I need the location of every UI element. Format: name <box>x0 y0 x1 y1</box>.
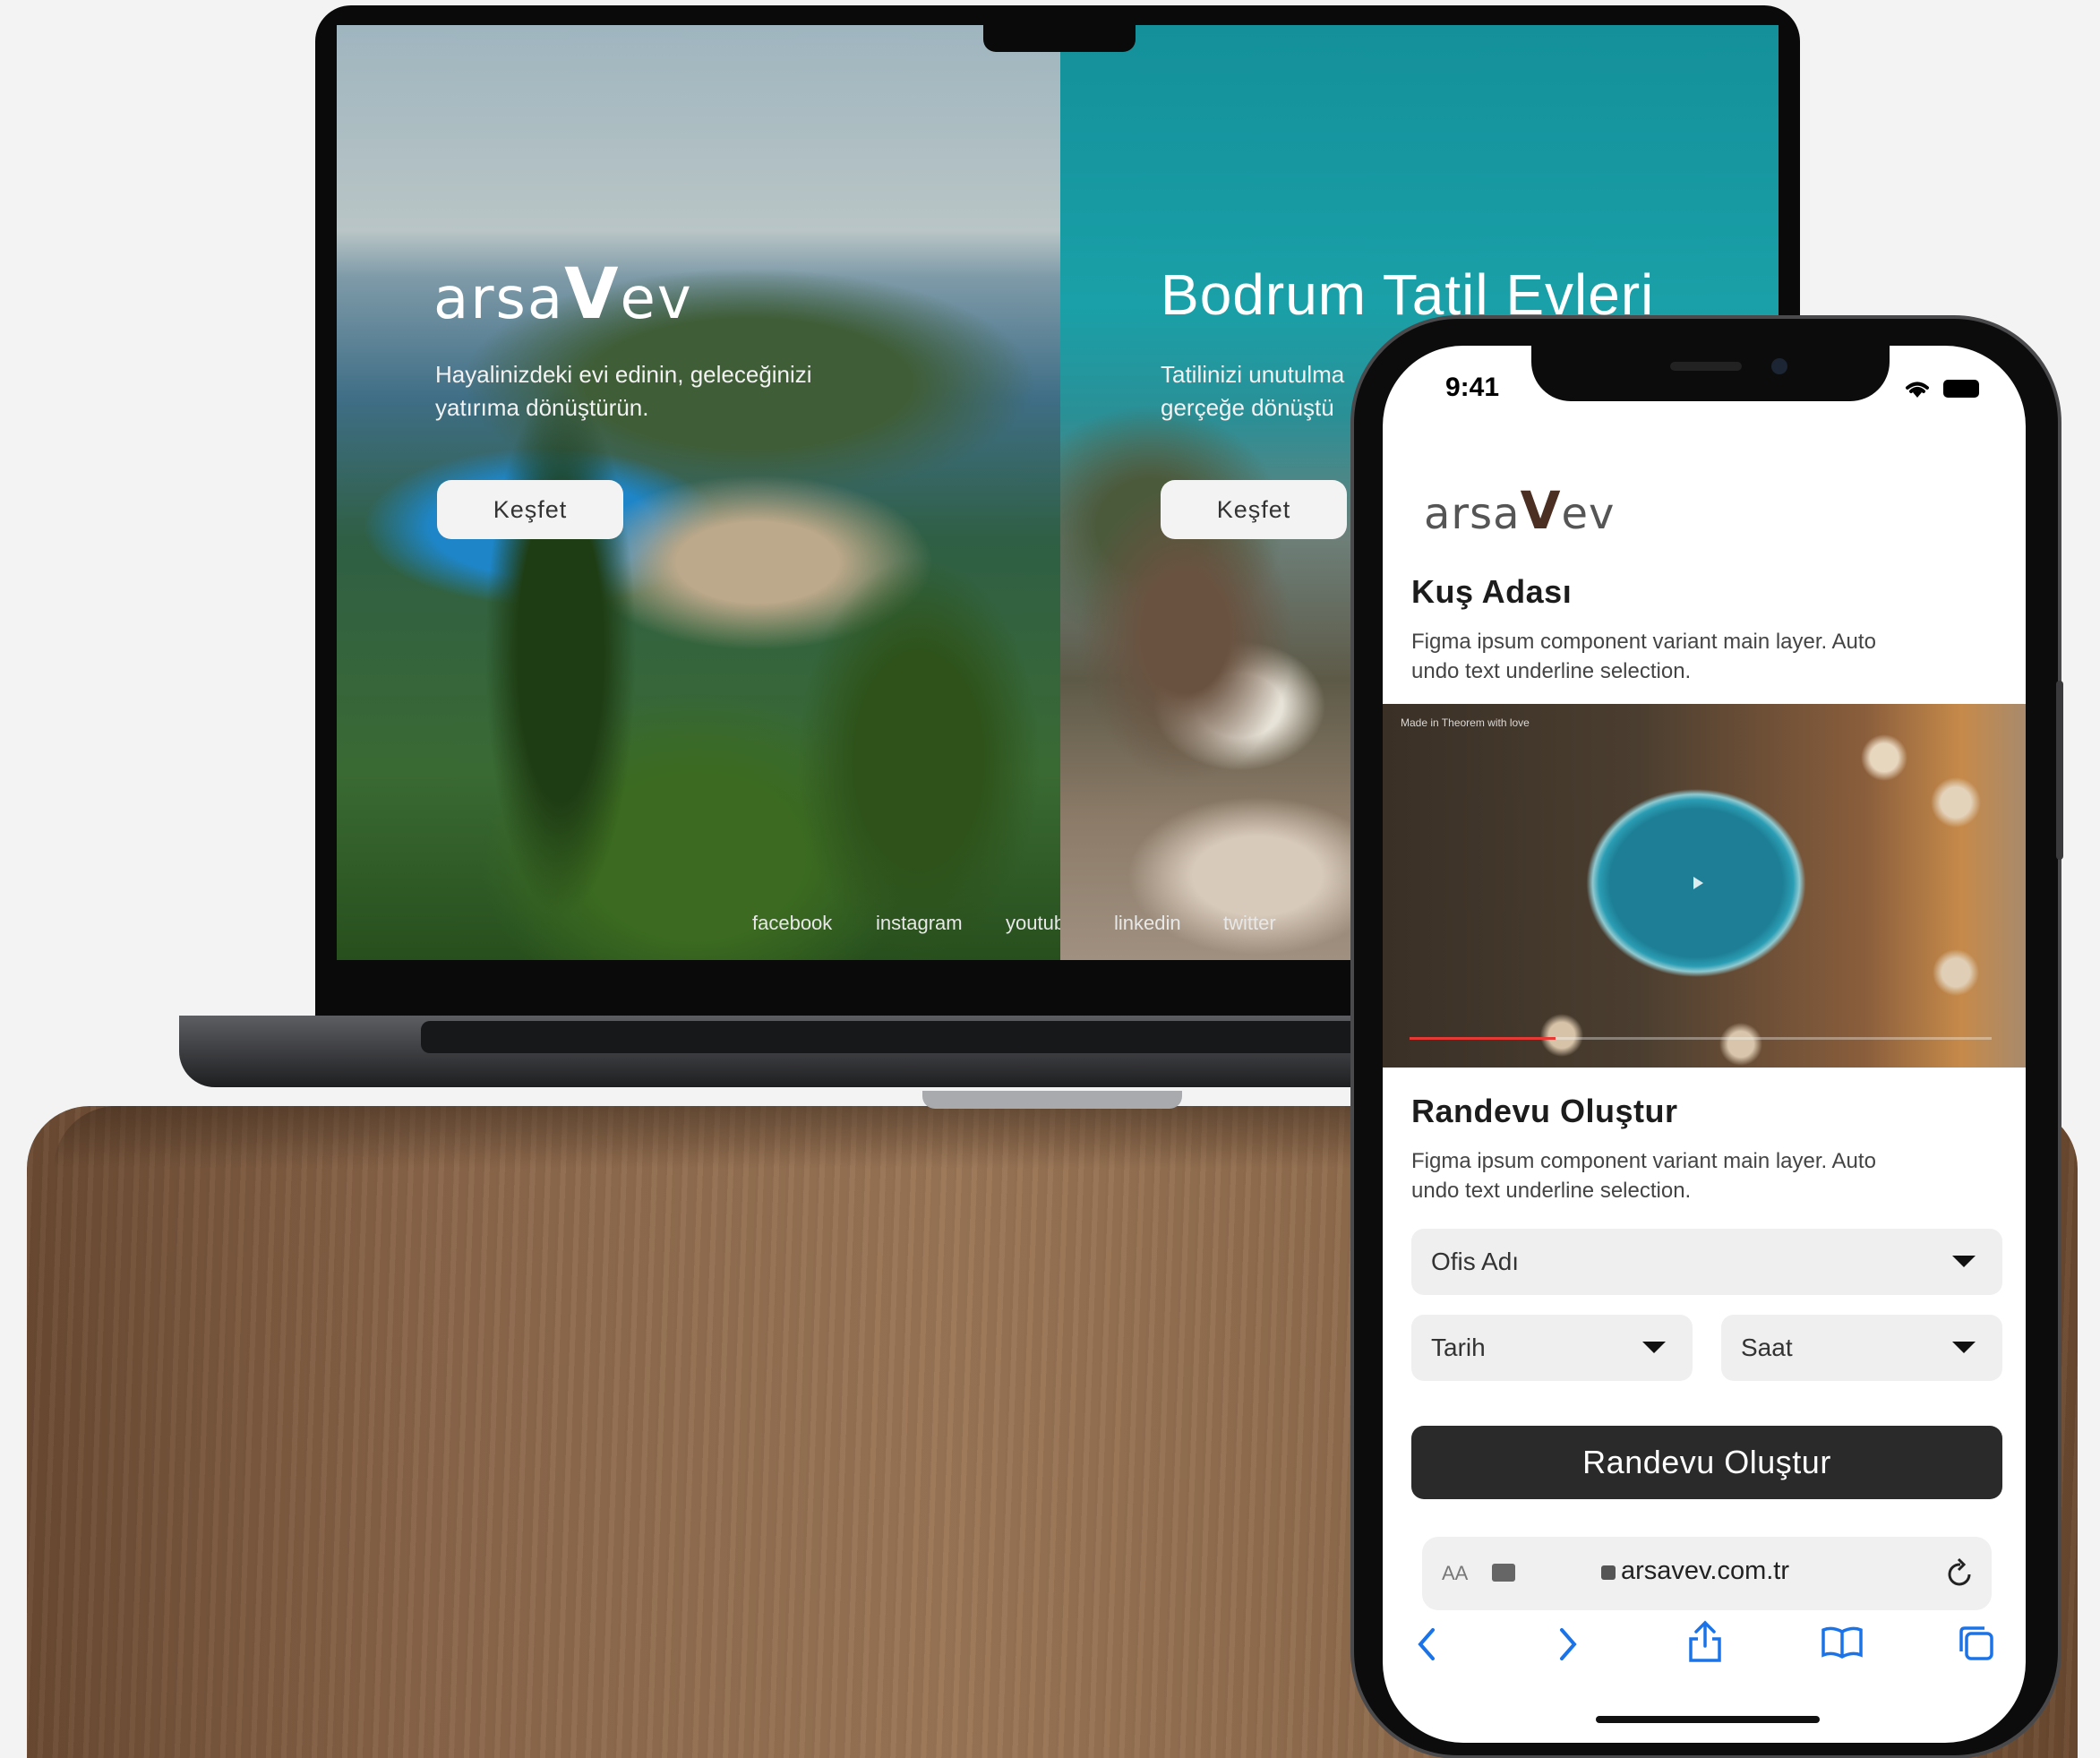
speaker <box>1670 362 1742 371</box>
mockup-scene: arsaVev Hayalinizdeki evi edinin, gelece… <box>0 0 2100 1758</box>
hero-panel-left: arsaVev Hayalinizdeki evi edinin, gelece… <box>337 25 1076 960</box>
brand-logo[interactable]: arsaVev <box>1424 480 1615 541</box>
logo-text: ev <box>620 266 693 332</box>
text-line: Figma ipsum component variant main layer… <box>1411 630 1876 654</box>
video-label: Made in Theorem with love <box>1401 716 1530 729</box>
video-progress-fill <box>1410 1037 1556 1040</box>
explore-button[interactable]: Keşfet <box>437 480 623 539</box>
bookmarks-icon[interactable] <box>1820 1623 1864 1667</box>
forward-icon[interactable] <box>1549 1625 1585 1668</box>
office-select-label: Ofis Adı <box>1431 1248 1520 1275</box>
section-text: Figma ipsum component variant main layer… <box>1411 627 1876 686</box>
logo-text: arsa <box>1424 489 1521 539</box>
play-icon[interactable] <box>1691 876 1705 895</box>
text-line: Figma ipsum component variant main layer… <box>1411 1149 1876 1173</box>
time-select-label: Saat <box>1741 1334 1793 1361</box>
logo-text: ev <box>1561 489 1616 539</box>
date-select-label: Tarih <box>1431 1334 1486 1361</box>
social-link-twitter[interactable]: twitter <box>1223 912 1276 935</box>
date-select[interactable]: Tarih <box>1411 1315 1693 1381</box>
text-line: undo text underline selection. <box>1411 1179 1692 1203</box>
battery-icon <box>1943 380 1979 398</box>
social-link-facebook[interactable]: facebook <box>752 912 832 935</box>
social-link-instagram[interactable]: instagram <box>876 912 963 935</box>
status-time: 9:41 <box>1445 373 1500 402</box>
tagline-line: Tatilinizi unutulma <box>1161 361 1345 388</box>
section-title: Kuş Adası <box>1411 573 1573 610</box>
url-display[interactable]: arsavev.com.tr <box>1601 1556 1789 1586</box>
section-text: Figma ipsum component variant main layer… <box>1411 1146 1876 1205</box>
camera-notch <box>983 23 1136 52</box>
reload-icon[interactable] <box>1945 1556 1976 1593</box>
tagline-line: gerçeğe dönüştü <box>1161 394 1334 421</box>
home-indicator <box>1596 1716 1820 1723</box>
section-title: Randevu Oluştur <box>1411 1093 1678 1129</box>
share-icon[interactable] <box>1685 1619 1725 1670</box>
logo-text: arsa <box>433 266 565 332</box>
front-camera <box>1771 358 1787 374</box>
video-player[interactable]: Made in Theorem with love <box>1383 704 2026 1068</box>
video-progress[interactable] <box>1410 1037 1992 1040</box>
social-link-linkedin[interactable]: linkedin <box>1114 912 1181 935</box>
tagline-line: yatırıma dönüştürün. <box>435 394 649 421</box>
office-select[interactable]: Ofis Adı <box>1411 1229 2002 1295</box>
url-text: arsavev.com.tr <box>1621 1556 1790 1585</box>
logo-mark: V <box>1520 480 1562 541</box>
time-select[interactable]: Saat <box>1721 1315 2002 1381</box>
extension-icon[interactable] <box>1492 1564 1515 1582</box>
hero-tagline: Tatilinizi unutulma gerçeğe dönüştü <box>1161 358 1344 424</box>
text-line: undo text underline selection. <box>1411 659 1692 683</box>
logo-mark: V <box>564 254 621 335</box>
caret-down-icon <box>1952 1256 1976 1267</box>
phone-notch <box>1531 346 1890 401</box>
caret-down-icon <box>1952 1342 1976 1353</box>
back-icon[interactable] <box>1410 1625 1445 1668</box>
phone-screen: 9:41 arsaVev Kuş Adası Figma ipsum compo… <box>1383 346 2026 1743</box>
explore-button[interactable]: Keşfet <box>1161 480 1347 539</box>
lock-icon <box>1601 1565 1616 1580</box>
tabs-icon[interactable] <box>1956 1623 1997 1668</box>
create-appointment-button[interactable]: Randevu Oluştur <box>1411 1426 2002 1499</box>
lid-notch <box>922 1091 1182 1109</box>
side-button <box>2056 681 2063 860</box>
hero-tagline: Hayalinizdeki evi edinin, geleceğinizi y… <box>435 358 812 424</box>
brand-logo[interactable]: arsaVev <box>433 254 693 335</box>
caret-down-icon <box>1642 1342 1666 1353</box>
wifi-icon <box>1902 378 1933 404</box>
text-size-button[interactable]: AA <box>1442 1562 1468 1585</box>
tagline-line: Hayalinizdeki evi edinin, geleceğinizi <box>435 361 812 388</box>
url-bar[interactable]: AA arsavev.com.tr <box>1422 1537 1992 1610</box>
